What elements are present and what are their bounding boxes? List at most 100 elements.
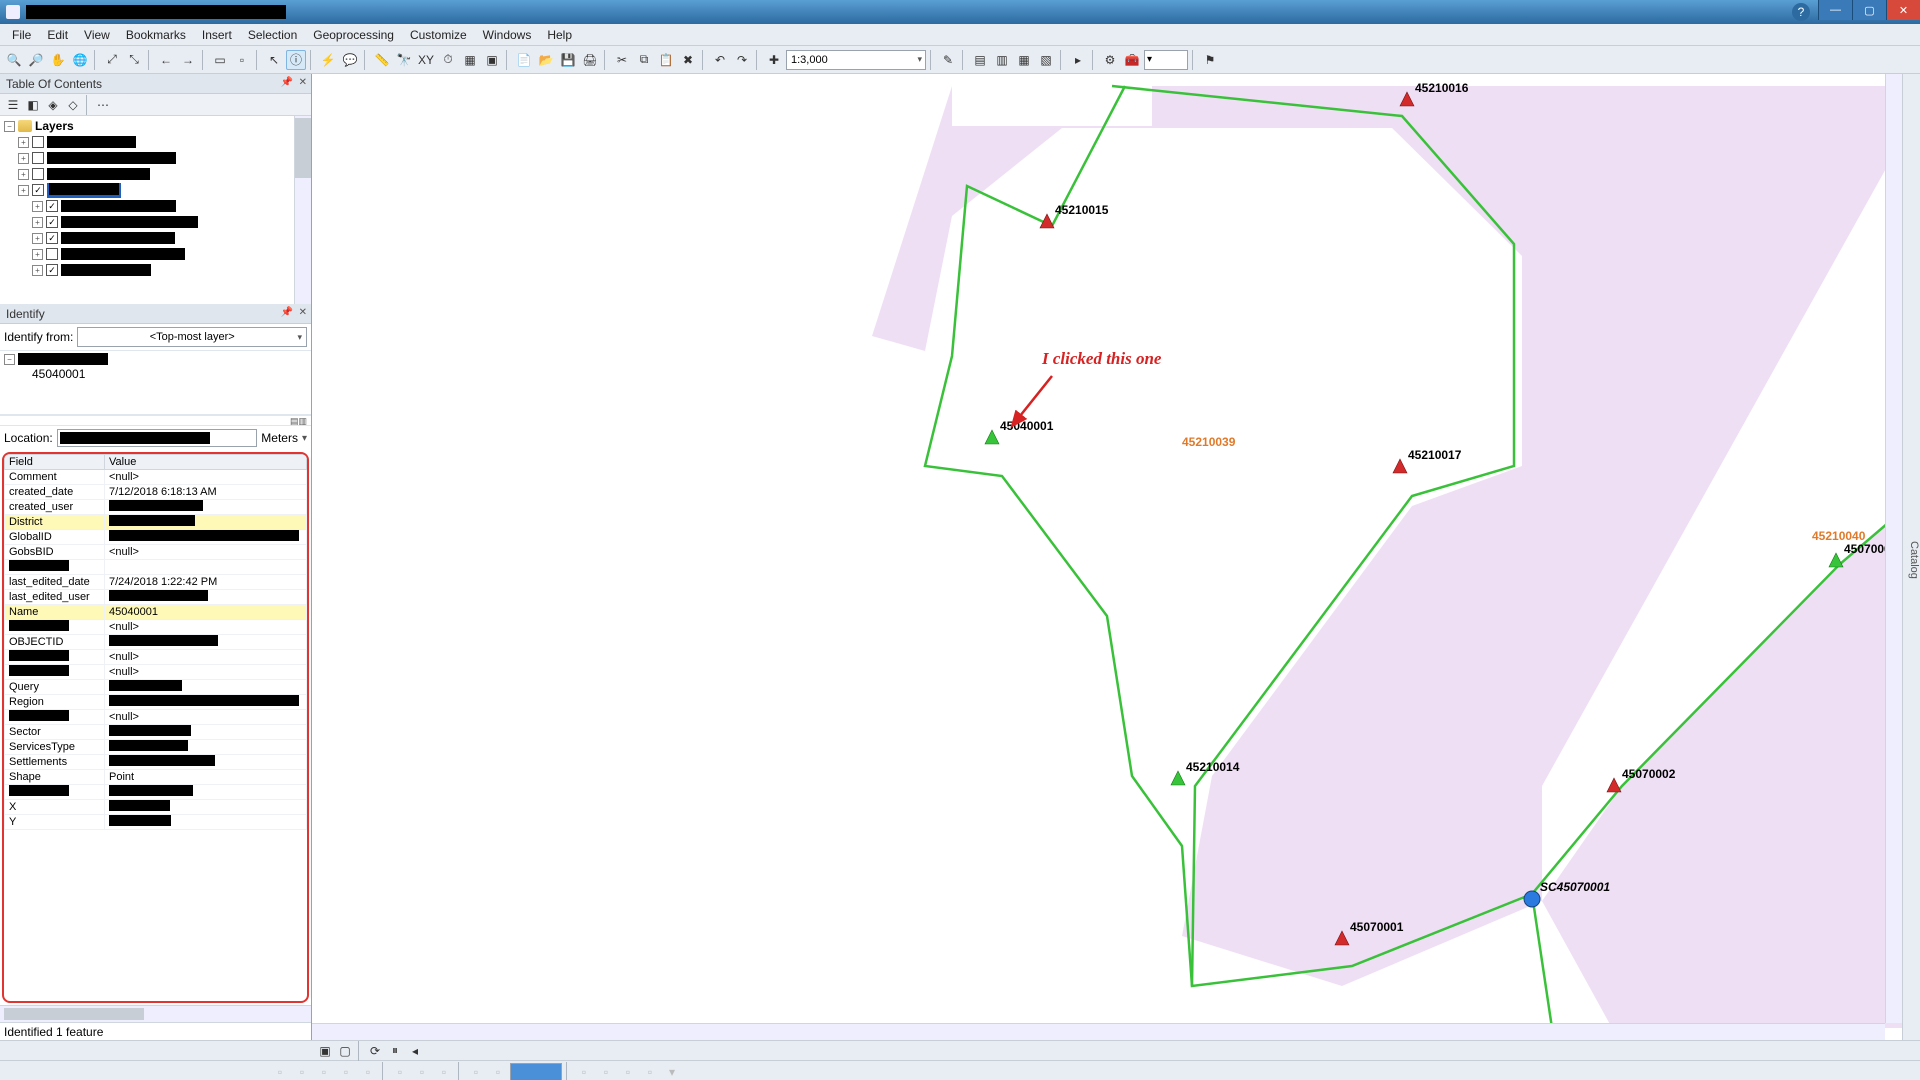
attribute-row[interactable]: X xyxy=(5,800,307,815)
attribute-row[interactable]: District xyxy=(5,515,307,530)
options-icon[interactable]: ⋯ xyxy=(94,96,112,114)
layout-view-icon[interactable]: ▢ xyxy=(336,1042,354,1060)
attribute-row[interactable]: Name45040001 xyxy=(5,605,307,620)
attribute-row[interactable]: ServicesType xyxy=(5,740,307,755)
edit-tool-icon[interactable]: ▫ xyxy=(574,1062,594,1080)
xy-icon[interactable]: XY xyxy=(416,50,436,70)
menu-help[interactable]: Help xyxy=(539,28,580,42)
menu-edit[interactable]: Edit xyxy=(39,28,76,42)
step-back-icon[interactable]: ◂ xyxy=(406,1042,424,1060)
pan-icon[interactable]: ✋ xyxy=(48,50,68,70)
attribute-row[interactable]: GlobalID xyxy=(5,530,307,545)
attribute-row[interactable]: <null> xyxy=(5,620,307,635)
attribute-row[interactable]: Settlements xyxy=(5,755,307,770)
layer-checkbox[interactable] xyxy=(46,216,58,228)
menu-windows[interactable]: Windows xyxy=(475,28,540,42)
arctoolbox-icon[interactable]: 🧰 xyxy=(1122,50,1142,70)
list-by-drawing-order-icon[interactable]: ☰ xyxy=(4,96,22,114)
list-by-selection-icon[interactable]: ◇ xyxy=(64,96,82,114)
edit-tool-icon[interactable]: ▫ xyxy=(618,1062,638,1080)
edit-dropdown-icon[interactable]: ▾ xyxy=(662,1062,682,1080)
identify-icon[interactable]: ⓘ xyxy=(286,50,306,70)
attribute-row[interactable]: last_edited_date7/24/2018 1:22:42 PM xyxy=(5,575,307,590)
minimize-button[interactable]: — xyxy=(1818,0,1852,20)
menu-insert[interactable]: Insert xyxy=(194,28,240,42)
zoom-in-icon[interactable]: 🔍 xyxy=(4,50,24,70)
layer-checkbox[interactable] xyxy=(32,184,44,196)
map-hscrollbar[interactable] xyxy=(312,1023,1885,1040)
menu-customize[interactable]: Customize xyxy=(402,28,475,42)
editor-combo[interactable] xyxy=(510,1063,562,1080)
layer-checkbox[interactable] xyxy=(46,200,58,212)
edit-tool-icon[interactable]: ▫ xyxy=(434,1062,454,1080)
identify-from-combo[interactable]: <Top-most layer> xyxy=(77,327,307,347)
edit-tool-icon[interactable]: ▫ xyxy=(336,1062,356,1080)
pause-icon[interactable]: ⏸ xyxy=(386,1042,404,1060)
cut-icon[interactable]: ✂ xyxy=(612,50,632,70)
location-units-dropdown-icon[interactable]: ▾ xyxy=(302,433,307,444)
attribute-row[interactable]: <null> xyxy=(5,710,307,725)
attribute-row[interactable]: created_date7/12/2018 6:18:13 AM xyxy=(5,485,307,500)
close-icon[interactable]: ✕ xyxy=(299,307,307,318)
layer-row[interactable]: + xyxy=(18,182,307,198)
layer-row[interactable]: + xyxy=(18,150,307,166)
layer-checkbox[interactable] xyxy=(32,136,44,148)
expander-icon[interactable]: + xyxy=(32,249,43,260)
create-viewer-icon[interactable]: ▦ xyxy=(460,50,480,70)
flag-icon[interactable]: ⚑ xyxy=(1200,50,1220,70)
toc-scrollbar[interactable] xyxy=(294,116,311,304)
clear-selection-icon[interactable]: ▫ xyxy=(232,50,252,70)
attribute-row[interactable]: last_edited_user xyxy=(5,590,307,605)
layer-checkbox[interactable] xyxy=(32,168,44,180)
add-data-icon[interactable]: ✚ xyxy=(764,50,784,70)
expander-icon[interactable]: − xyxy=(4,121,15,132)
layer-row[interactable]: + xyxy=(18,214,307,230)
expander-icon[interactable]: + xyxy=(32,233,43,244)
identify-result-tree[interactable]: − 45040001 xyxy=(0,351,311,415)
delete-icon[interactable]: ✖ xyxy=(678,50,698,70)
redo-icon[interactable]: ↷ xyxy=(732,50,752,70)
expander-icon[interactable]: + xyxy=(18,137,29,148)
pointer-icon[interactable]: ↖ xyxy=(264,50,284,70)
zoom-out-icon[interactable]: 🔎 xyxy=(26,50,46,70)
identify-hscrollbar[interactable] xyxy=(0,1005,311,1022)
pin-icon[interactable]: 📌 xyxy=(281,307,293,318)
help-icon[interactable]: ? xyxy=(1792,3,1810,21)
back-icon[interactable]: ← xyxy=(156,50,176,70)
map-point-45210017[interactable]: 45210017 xyxy=(1393,448,1462,473)
identify-feature-id[interactable]: 45040001 xyxy=(4,365,307,381)
expander-icon[interactable]: + xyxy=(18,153,29,164)
time-icon[interactable]: ⏱ xyxy=(438,50,458,70)
tree-tools-icon[interactable]: ▤▥ xyxy=(290,416,307,425)
layer-row[interactable]: + xyxy=(18,230,307,246)
layer-checkbox[interactable] xyxy=(46,264,58,276)
menu-view[interactable]: View xyxy=(76,28,118,42)
layer-checkbox[interactable] xyxy=(46,232,58,244)
map-point-45210015[interactable]: 45210015 xyxy=(1040,203,1109,228)
map-vscrollbar[interactable] xyxy=(1885,74,1902,1023)
hyperlink-icon[interactable]: ⚡ xyxy=(318,50,338,70)
close-button[interactable]: ✕ xyxy=(1886,0,1920,20)
viewer-icon[interactable]: ▣ xyxy=(482,50,502,70)
value-header[interactable]: Value xyxy=(105,455,307,470)
attribute-row[interactable]: GobsBID<null> xyxy=(5,545,307,560)
toc-tree[interactable]: − Layers +++++++++ xyxy=(0,116,311,304)
layer-checkbox[interactable] xyxy=(32,152,44,164)
maximize-button[interactable]: ▢ xyxy=(1852,0,1886,20)
list-by-visibility-icon[interactable]: ◈ xyxy=(44,96,62,114)
attribute-row[interactable]: <null> xyxy=(5,650,307,665)
fixed-zoom-out-icon[interactable]: ⤡ xyxy=(124,50,144,70)
edit-tool-icon[interactable]: ▫ xyxy=(640,1062,660,1080)
layer-row[interactable]: + xyxy=(18,134,307,150)
expander-icon[interactable]: + xyxy=(32,265,43,276)
full-extent-icon[interactable]: 🌐 xyxy=(70,50,90,70)
measure-icon[interactable]: 📏 xyxy=(372,50,392,70)
edit-tool-icon[interactable]: ▫ xyxy=(488,1062,508,1080)
attribute-row[interactable]: Comment<null> xyxy=(5,470,307,485)
layer-checkbox[interactable] xyxy=(46,248,58,260)
edit-tool-icon[interactable]: ▫ xyxy=(270,1062,290,1080)
attribute-row[interactable] xyxy=(5,785,307,800)
search-icon[interactable]: ▧ xyxy=(1036,50,1056,70)
map-point-45040001[interactable]: 45040001 xyxy=(985,419,1054,444)
edit-tool-icon[interactable]: ▫ xyxy=(314,1062,334,1080)
